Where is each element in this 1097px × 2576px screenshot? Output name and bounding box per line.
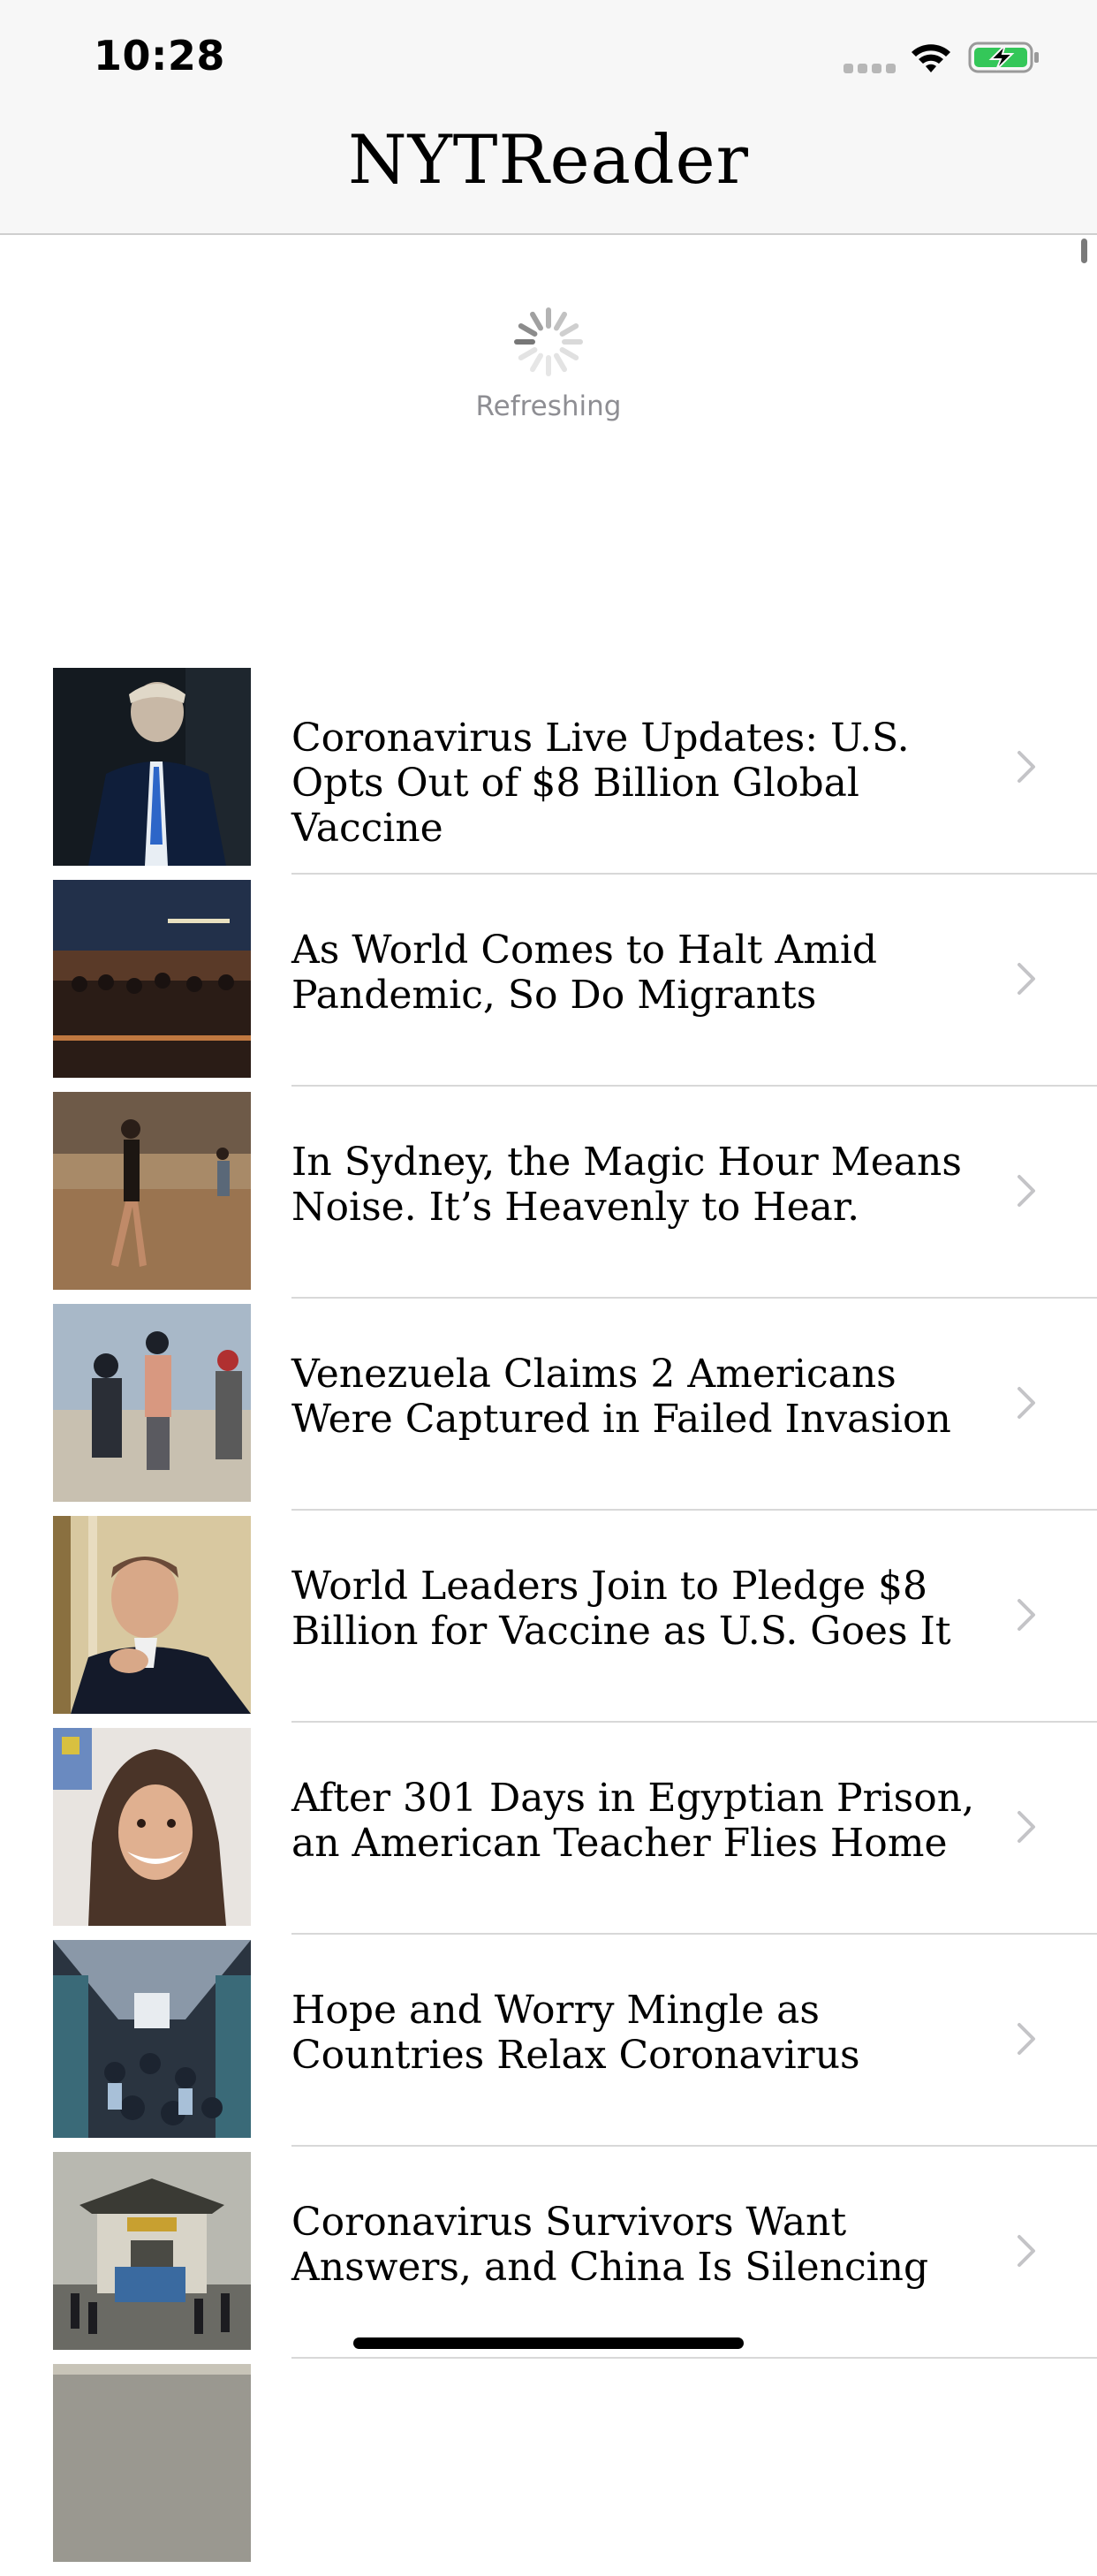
- article-thumbnail-image: [53, 2152, 251, 2350]
- article-thumbnail-image: [53, 1940, 251, 2138]
- article-headline: Coronavirus Live Updates: U.S. Opts Out …: [291, 716, 910, 851]
- navigation-bar: NYTReader: [0, 88, 1097, 235]
- article-row[interactable]: World Leaders Join to Pledge $8 Billion …: [0, 1516, 1097, 1728]
- loading-spinner-icon: [514, 307, 583, 376]
- article-row[interactable]: After 301 Days in Egyptian Prison, an Am…: [0, 1728, 1097, 1940]
- article-row[interactable]: In Sydney, the Magic Hour Means Noise. I…: [0, 1092, 1097, 1304]
- row-divider: [291, 2357, 1097, 2359]
- article-row[interactable]: Coronavirus Live Updates: U.S. Opts Out …: [0, 668, 1097, 880]
- article-thumbnail-image: [53, 668, 251, 866]
- chevron-right-icon: [1018, 963, 1035, 995]
- scroll-indicator[interactable]: [1081, 239, 1087, 263]
- article-row-partial[interactable]: [0, 2364, 1097, 2576]
- home-indicator[interactable]: [353, 2337, 744, 2349]
- row-divider: [291, 1721, 1097, 1723]
- article-headline: After 301 Days in Egyptian Prison, an Am…: [291, 1776, 975, 1866]
- row-divider: [291, 873, 1097, 875]
- article-thumbnail-image: [53, 880, 251, 1078]
- article-thumbnail-image: [53, 1516, 251, 1714]
- article-row[interactable]: As World Comes to Halt Amid Pandemic, So…: [0, 880, 1097, 1092]
- chevron-right-icon: [1018, 1387, 1035, 1419]
- chevron-right-icon: [1018, 2235, 1035, 2267]
- article-thumbnail-image: [53, 1304, 251, 1502]
- status-bar: 10:28: [0, 0, 1097, 88]
- chevron-right-icon: [1018, 751, 1035, 783]
- chevron-right-icon: [1018, 1599, 1035, 1631]
- row-divider: [291, 1509, 1097, 1511]
- refresh-label: Refreshing: [475, 390, 622, 422]
- status-time: 10:28: [94, 32, 225, 80]
- cellular-signal-icon: [844, 64, 897, 74]
- article-headline: Coronavirus Survivors Want Answers, and …: [291, 2200, 929, 2290]
- battery-charging-icon: [968, 42, 1039, 73]
- row-divider: [291, 2145, 1097, 2147]
- article-headline: As World Comes to Halt Amid Pandemic, So…: [291, 928, 878, 1018]
- article-thumbnail-image: [53, 2364, 251, 2562]
- wifi-icon: [912, 44, 950, 72]
- row-divider: [291, 1933, 1097, 1935]
- chevron-right-icon: [1018, 2023, 1035, 2055]
- article-row[interactable]: Coronavirus Survivors Want Answers, and …: [0, 2152, 1097, 2364]
- row-divider: [291, 1085, 1097, 1087]
- article-thumbnail-image: [53, 1092, 251, 1290]
- chevron-right-icon: [1018, 1811, 1035, 1843]
- article-thumbnail-image: [53, 1728, 251, 1926]
- row-divider: [291, 1297, 1097, 1299]
- article-headline: Venezuela Claims 2 Americans Were Captur…: [291, 1352, 951, 1442]
- article-row[interactable]: Venezuela Claims 2 Americans Were Captur…: [0, 1304, 1097, 1516]
- article-headline: In Sydney, the Magic Hour Means Noise. I…: [291, 1140, 962, 1230]
- article-headline: Hope and Worry Mingle as Countries Relax…: [291, 1988, 860, 2078]
- article-row[interactable]: Hope and Worry Mingle as Countries Relax…: [0, 1940, 1097, 2152]
- chevron-right-icon: [1018, 1175, 1035, 1207]
- page-title: NYTReader: [348, 120, 749, 199]
- article-headline: World Leaders Join to Pledge $8 Billion …: [291, 1564, 951, 1654]
- article-list[interactable]: Coronavirus Live Updates: U.S. Opts Out …: [0, 668, 1097, 2576]
